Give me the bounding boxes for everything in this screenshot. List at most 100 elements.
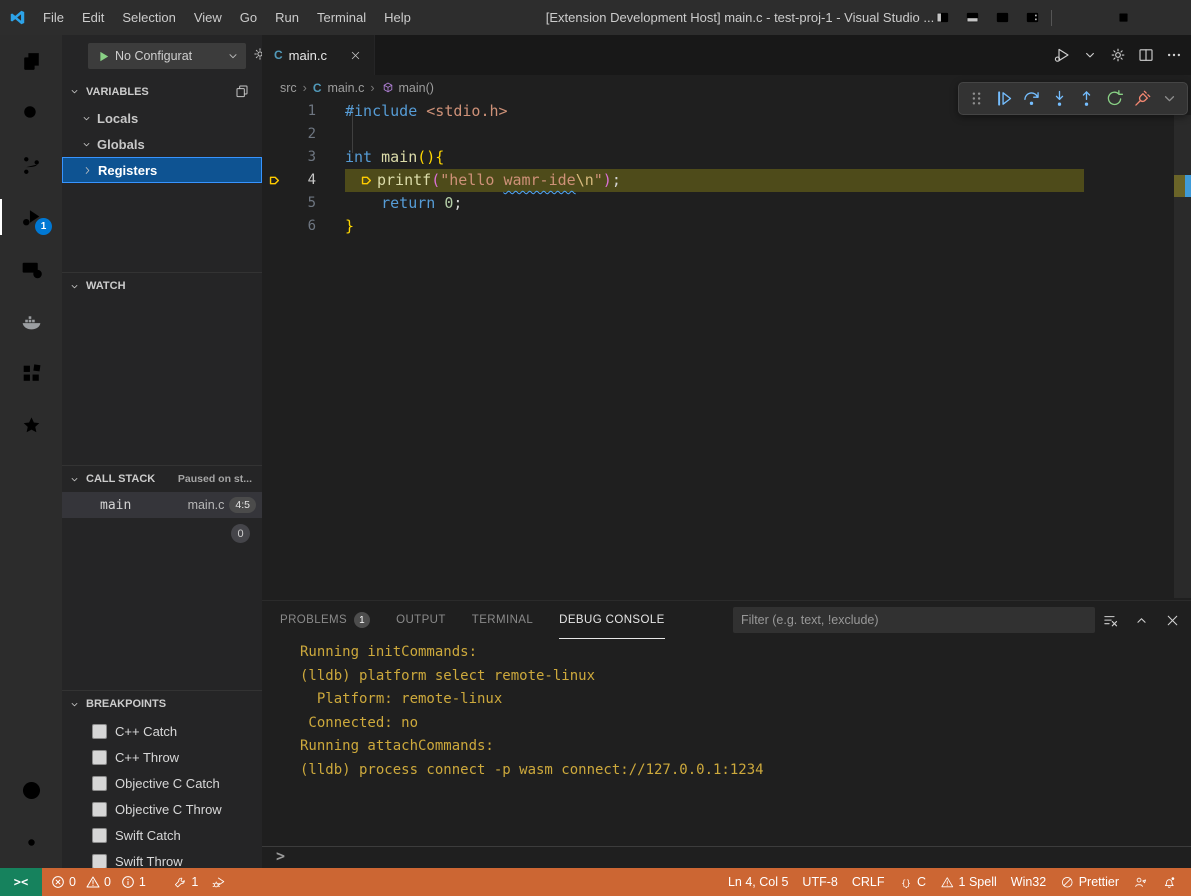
code-line-4[interactable]: 4printf("hello wamr-ide\n");: [262, 169, 1191, 192]
collapse-all-icon[interactable]: [234, 83, 250, 99]
menu-edit[interactable]: Edit: [73, 0, 113, 35]
layout-customize-button[interactable]: [1017, 0, 1047, 35]
line-number[interactable]: 2: [262, 123, 316, 146]
code-line-5[interactable]: 5 return 0;: [262, 192, 1191, 215]
status-feedback[interactable]: [1126, 868, 1155, 896]
status-formatter[interactable]: Prettier: [1053, 868, 1126, 896]
menu-run[interactable]: Run: [266, 0, 308, 35]
variables-item-locals[interactable]: Locals: [62, 105, 262, 131]
code-editor[interactable]: 1#include <stdio.h>23int main(){4printf(…: [262, 100, 1191, 635]
stack-frame-row[interactable]: main main.c 4:5: [62, 492, 262, 518]
status-notifications[interactable]: [1155, 868, 1184, 896]
menu-selection[interactable]: Selection: [113, 0, 184, 35]
line-number[interactable]: 3: [262, 146, 316, 169]
step-into-icon[interactable]: [1049, 88, 1070, 109]
restart-icon[interactable]: [1104, 88, 1125, 109]
close-tab-icon[interactable]: [349, 49, 362, 62]
editor-settings-icon[interactable]: [1109, 46, 1127, 64]
breakpoint-row[interactable]: Objective C Catch: [62, 770, 262, 796]
disconnect-icon[interactable]: [1132, 88, 1153, 109]
status-language-mode[interactable]: {}C: [892, 868, 934, 896]
line-number[interactable]: 5: [262, 192, 316, 215]
activity-accounts[interactable]: [0, 764, 62, 816]
console-prompt[interactable]: >: [262, 846, 1191, 869]
status-spell-checker[interactable]: 1 Spell: [933, 868, 1004, 896]
activity-explorer[interactable]: [0, 35, 62, 87]
breadcrumb-item[interactable]: Cmain.c: [313, 81, 365, 95]
line-number[interactable]: 6: [262, 215, 316, 238]
activity-source-control[interactable]: [0, 139, 62, 191]
minimize-button[interactable]: [1056, 0, 1101, 35]
status-encoding[interactable]: UTF-8: [795, 868, 844, 896]
panel-tab-terminal[interactable]: TERMINAL: [472, 601, 533, 639]
console-filter-input[interactable]: [733, 607, 1095, 633]
breakpoint-row[interactable]: Objective C Throw: [62, 796, 262, 822]
variables-item-globals[interactable]: Globals: [62, 131, 262, 157]
watch-section-header[interactable]: WATCH: [62, 272, 262, 299]
status-platform[interactable]: Win32: [1004, 868, 1053, 896]
activity-search[interactable]: [0, 87, 62, 139]
code-line-6[interactable]: 6}: [262, 215, 1191, 238]
breakpoint-row[interactable]: C++ Catch: [62, 718, 262, 744]
split-editor-icon[interactable]: [1137, 46, 1155, 64]
activity-docker[interactable]: [0, 295, 62, 347]
debug-console-output[interactable]: Running initCommands:(lldb) platform sel…: [262, 641, 1191, 846]
maximize-panel-icon[interactable]: [1133, 612, 1150, 629]
call-stack-section-header[interactable]: CALL STACK Paused on st...: [62, 465, 262, 492]
close-panel-icon[interactable]: [1164, 612, 1181, 629]
run-dropdown-icon[interactable]: [1081, 46, 1099, 64]
continue-icon[interactable]: [993, 88, 1014, 109]
breakpoint-checkbox[interactable]: [92, 750, 107, 765]
launch-configuration-dropdown[interactable]: No Configurat: [88, 43, 246, 69]
breakpoint-row[interactable]: Swift Catch: [62, 822, 262, 848]
maximize-button[interactable]: [1101, 0, 1146, 35]
layout-sidebar-left-button[interactable]: [927, 0, 957, 35]
activity-extensions[interactable]: [0, 347, 62, 399]
tab-main-c[interactable]: C main.c: [262, 35, 375, 75]
status-toolchain[interactable]: 1: [166, 868, 205, 896]
panel-tab-problems[interactable]: PROBLEMS1: [280, 601, 370, 639]
breadcrumb-item[interactable]: src: [280, 81, 297, 95]
drag-handle-icon[interactable]: [966, 88, 987, 109]
variables-item-registers[interactable]: Registers: [62, 157, 262, 183]
step-over-icon[interactable]: [1021, 88, 1042, 109]
start-debug-icon[interactable]: [96, 49, 111, 64]
status-eol[interactable]: CRLF: [845, 868, 892, 896]
variables-section-header[interactable]: VARIABLES: [62, 78, 262, 105]
layout-sidebar-right-button[interactable]: [987, 0, 1017, 35]
breakpoint-checkbox[interactable]: [92, 828, 107, 843]
status-problems[interactable]: 001: [50, 874, 152, 890]
panel-tab-debug-console[interactable]: DEBUG CONSOLE: [559, 601, 665, 639]
code-line-2[interactable]: 2: [262, 123, 1191, 146]
code-line-3[interactable]: 3int main(){: [262, 146, 1191, 169]
breakpoint-checkbox[interactable]: [92, 854, 107, 869]
breakpoint-checkbox[interactable]: [92, 776, 107, 791]
breakpoint-checkbox[interactable]: [92, 802, 107, 817]
activity-star-view[interactable]: [0, 399, 62, 451]
close-button[interactable]: [1146, 0, 1191, 35]
clear-console-icon[interactable]: [1102, 612, 1119, 629]
menu-view[interactable]: View: [185, 0, 231, 35]
step-out-icon[interactable]: [1076, 88, 1097, 109]
breakpoint-checkbox[interactable]: [92, 724, 107, 739]
activity-manage[interactable]: [0, 816, 62, 868]
breadcrumb-item[interactable]: main(): [381, 81, 434, 95]
more-debug-actions-icon[interactable]: [1159, 88, 1180, 109]
breakpoint-row[interactable]: C++ Throw: [62, 744, 262, 770]
overview-ruler[interactable]: [1174, 115, 1191, 598]
line-number[interactable]: 1: [262, 100, 316, 123]
menu-terminal[interactable]: Terminal: [308, 0, 375, 35]
panel-tab-output[interactable]: OUTPUT: [396, 601, 446, 639]
breakpoints-section-header[interactable]: BREAKPOINTS: [62, 690, 262, 717]
more-actions-icon[interactable]: [1165, 46, 1183, 64]
status-cursor-position[interactable]: Ln 4, Col 5: [721, 868, 795, 896]
status-debug-status[interactable]: [205, 868, 234, 896]
layout-panel-button[interactable]: [957, 0, 987, 35]
activity-remote-explorer[interactable]: [0, 243, 62, 295]
run-or-debug-icon[interactable]: [1053, 46, 1071, 64]
activity-run-and-debug[interactable]: 1: [0, 191, 62, 243]
menu-file[interactable]: File: [34, 0, 73, 35]
remote-indicator[interactable]: ><: [0, 868, 42, 896]
menu-go[interactable]: Go: [231, 0, 266, 35]
menu-help[interactable]: Help: [375, 0, 420, 35]
